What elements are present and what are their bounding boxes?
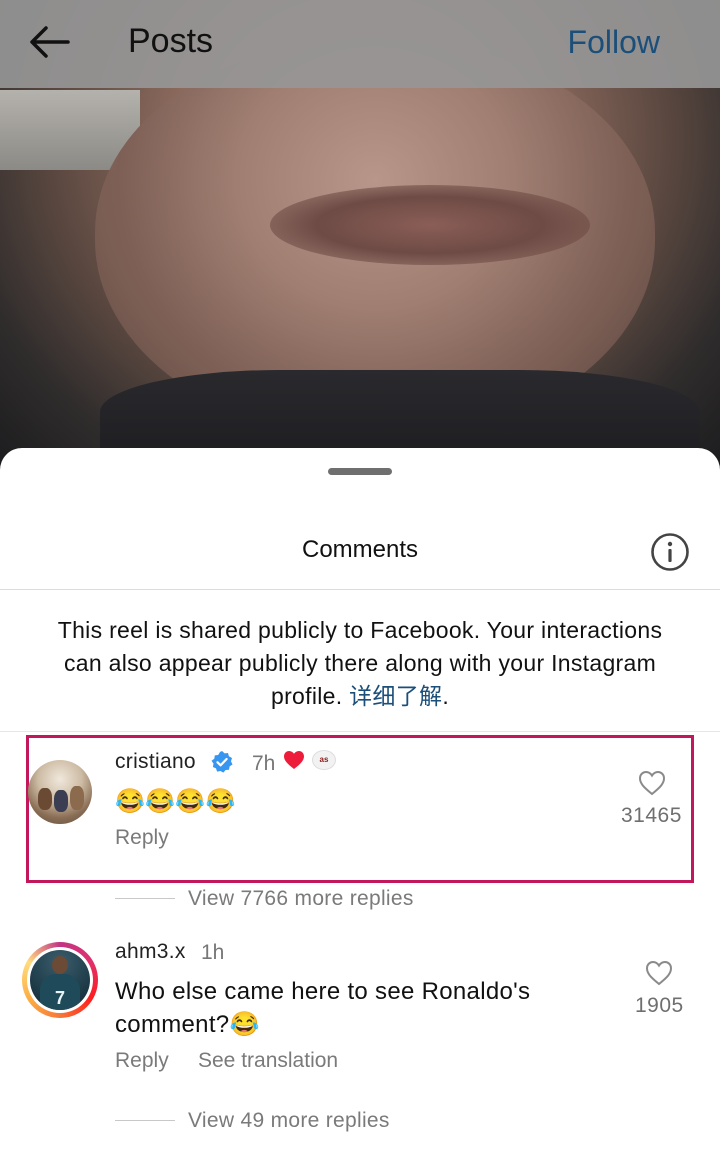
- reply-button[interactable]: Reply: [115, 1049, 169, 1073]
- learn-more-link[interactable]: 详细了解: [349, 683, 442, 709]
- info-circle-icon[interactable]: [650, 532, 690, 572]
- avatar-figure: [38, 788, 52, 810]
- sheet-drag-handle[interactable]: [328, 468, 392, 475]
- view-more-replies-link[interactable]: View 49 more replies: [188, 1109, 390, 1133]
- top-header: Posts Follow: [0, 0, 720, 88]
- arrow-left-icon[interactable]: [28, 24, 72, 60]
- red-heart-icon: [284, 751, 304, 769]
- page-title: Posts: [128, 22, 214, 60]
- sheet-title: Comments: [301, 536, 419, 563]
- lips: [270, 185, 590, 265]
- replies-divider-line: [115, 1120, 175, 1121]
- heart-outline-icon[interactable]: [638, 770, 666, 796]
- divider: [0, 589, 720, 590]
- avatar-figure: [70, 786, 84, 810]
- see-translation-link[interactable]: See translation: [198, 1049, 338, 1073]
- verified-badge-icon: [211, 751, 233, 773]
- avatar[interactable]: [28, 760, 92, 824]
- reply-button[interactable]: Reply: [115, 826, 169, 850]
- jersey-number: 7: [40, 974, 80, 1010]
- comment-time: 7h: [252, 752, 276, 775]
- avatar[interactable]: 7: [27, 947, 93, 1013]
- comment-time: 1h: [201, 941, 225, 964]
- divider: [0, 731, 720, 732]
- avatar-photo: 7: [30, 950, 90, 1010]
- notice-end: .: [442, 683, 450, 709]
- like-count: 1905: [635, 994, 684, 1017]
- replies-divider-line: [115, 898, 175, 899]
- avatar-figure: [54, 790, 68, 812]
- avatar-head: [52, 956, 68, 974]
- comments-sheet: Comments This reel is shared publicly to…: [0, 448, 720, 1164]
- comment-text-line: comment?😂: [115, 1011, 260, 1038]
- follow-button[interactable]: Follow: [568, 24, 660, 61]
- author-badge: as: [312, 750, 336, 770]
- view-more-replies-link[interactable]: View 7766 more replies: [188, 887, 414, 911]
- facebook-share-notice: This reel is shared publicly to Facebook…: [40, 614, 680, 713]
- like-count: 31465: [621, 804, 682, 827]
- comment-username[interactable]: ahm3.x: [115, 940, 186, 964]
- comment-text: 😂😂😂😂: [115, 788, 236, 815]
- comment-username[interactable]: cristiano: [115, 750, 196, 774]
- heart-outline-icon[interactable]: [645, 960, 673, 986]
- comment-text-line: Who else came here to see Ronaldo's: [115, 978, 531, 1005]
